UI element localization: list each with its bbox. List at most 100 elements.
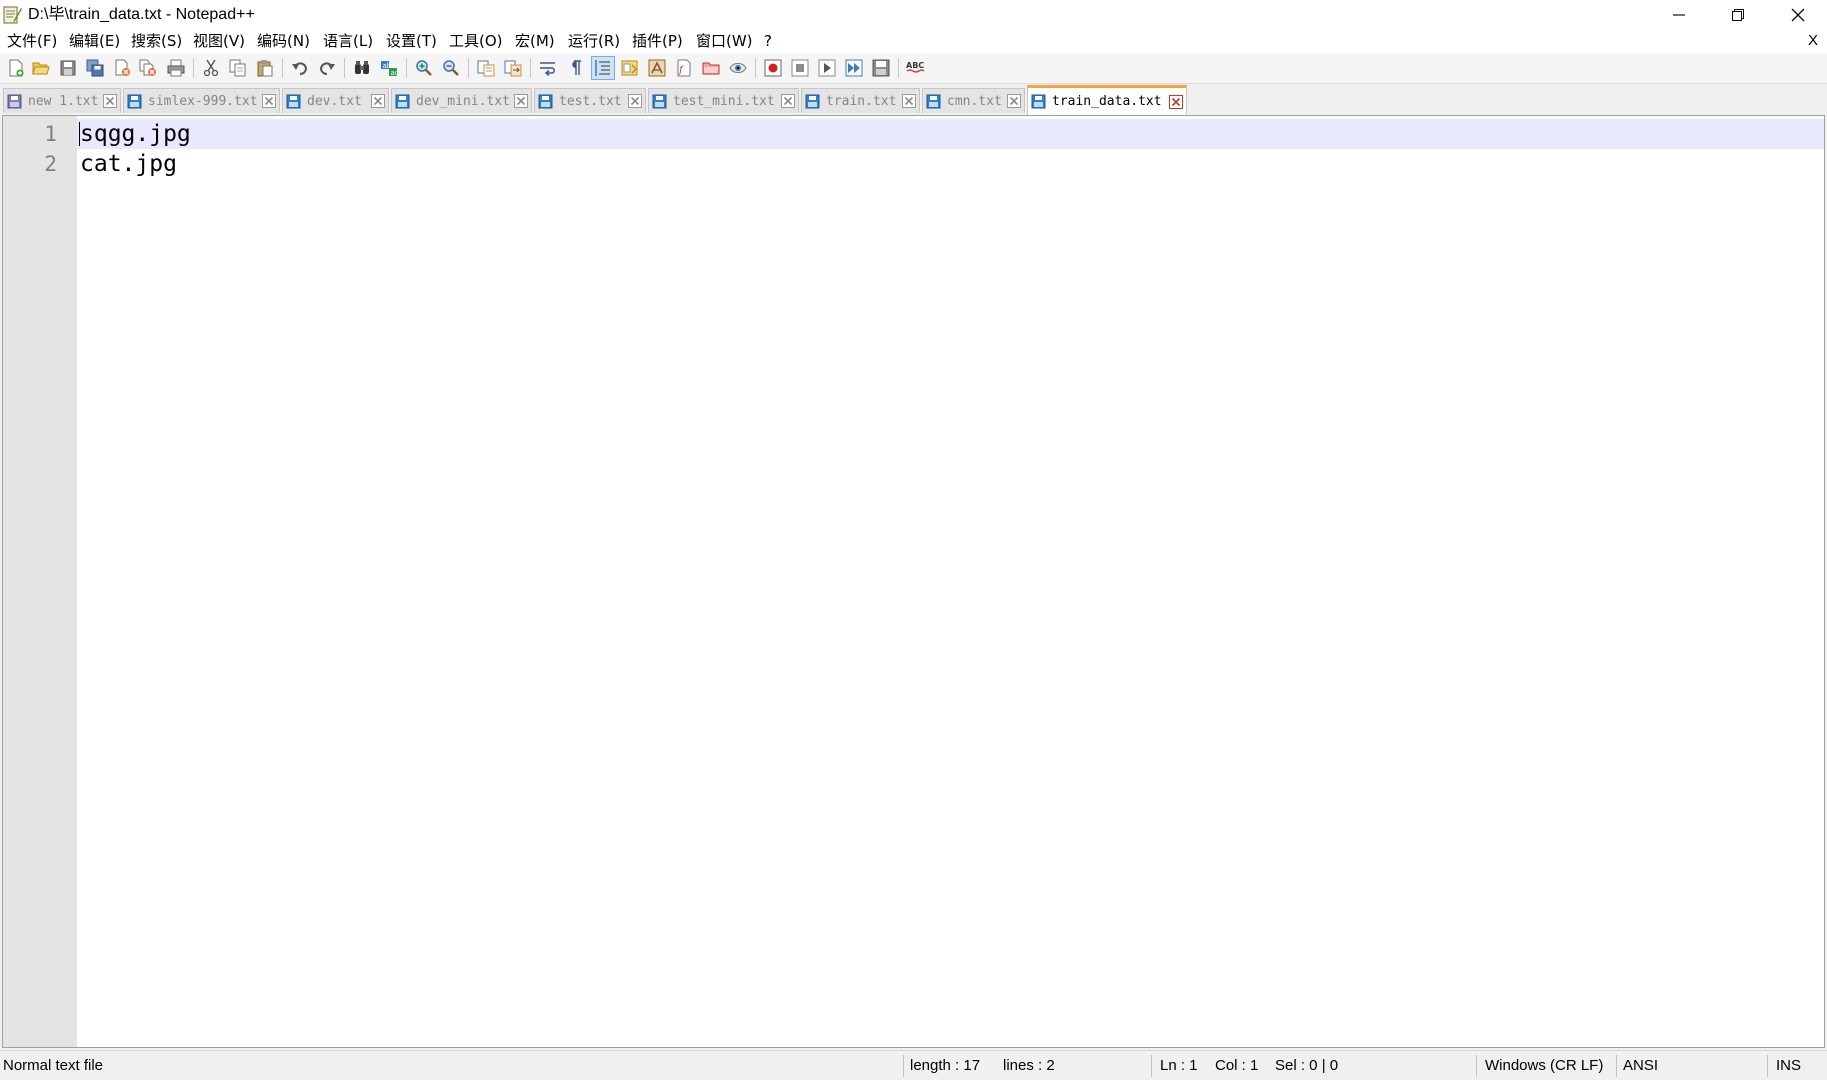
menu-window[interactable]: 窗口(W) xyxy=(696,32,753,50)
record-icon xyxy=(764,59,782,77)
toolbar-separator xyxy=(193,58,194,78)
saved-file-icon xyxy=(652,94,667,108)
word-wrap-button[interactable] xyxy=(536,56,560,80)
tab-close-icon[interactable] xyxy=(371,94,385,108)
tab-close-icon[interactable] xyxy=(628,94,642,108)
menu-run[interactable]: 运行(R) xyxy=(568,32,620,50)
close-window-button[interactable] xyxy=(1769,0,1827,29)
status-column[interactable]: Col : 1 xyxy=(1215,1051,1258,1080)
monitoring-button[interactable] xyxy=(726,56,750,80)
menu-settings[interactable]: 设置(T) xyxy=(386,32,437,50)
close-document-button[interactable]: X xyxy=(1808,32,1818,50)
sync-vertical-scroll-button[interactable] xyxy=(474,56,498,80)
close-file-button[interactable] xyxy=(110,56,134,80)
menu-edit[interactable]: 编辑(E) xyxy=(69,32,120,50)
status-eol[interactable]: Windows (CR LF) xyxy=(1485,1051,1603,1080)
save-macro-button[interactable] xyxy=(869,56,893,80)
tab-test-mini[interactable]: test_mini.txt xyxy=(648,88,799,113)
copy-button[interactable] xyxy=(226,56,250,80)
menu-tools[interactable]: 工具(O) xyxy=(449,32,503,50)
tab-test[interactable]: test.txt xyxy=(534,88,646,113)
tab-close-icon[interactable] xyxy=(1007,94,1021,108)
menu-macro[interactable]: 宏(M) xyxy=(515,32,555,50)
new-file-button[interactable] xyxy=(4,56,28,80)
menu-encoding[interactable]: 编码(N) xyxy=(257,32,310,50)
zoom-out-icon xyxy=(443,60,459,76)
status-encoding[interactable]: ANSI xyxy=(1623,1051,1658,1080)
run-macro-multiple-times-button[interactable] xyxy=(842,56,866,80)
sync-horizontal-scroll-button[interactable] xyxy=(501,56,525,80)
status-separator xyxy=(1151,1055,1152,1077)
tab-close-icon[interactable] xyxy=(1169,94,1183,109)
save-icon xyxy=(60,60,76,76)
saved-file-icon xyxy=(395,94,410,108)
menu-view[interactable]: 视图(V) xyxy=(193,32,245,50)
restore-button[interactable] xyxy=(1709,0,1767,29)
menu-plugins[interactable]: 插件(P) xyxy=(632,32,683,50)
status-insert-mode[interactable]: INS xyxy=(1776,1051,1801,1080)
minimize-button[interactable] xyxy=(1650,0,1708,29)
tab-close-icon[interactable] xyxy=(514,94,528,108)
status-selection[interactable]: Sel : 0 | 0 xyxy=(1275,1051,1338,1080)
tab-train[interactable]: train.txt xyxy=(801,88,920,113)
zoom-in-icon xyxy=(416,60,432,76)
title-bar: D:\毕\train_data.txt - Notepad++ xyxy=(0,0,1827,29)
saved-file-icon xyxy=(926,94,941,108)
redo-button[interactable] xyxy=(315,56,339,80)
show-all-characters-button[interactable] xyxy=(563,56,587,80)
playback-macro-button[interactable] xyxy=(815,56,839,80)
tab-simlex-999[interactable]: simlex-999.txt xyxy=(123,88,280,113)
tab-close-icon[interactable] xyxy=(781,94,795,108)
function-list-button[interactable] xyxy=(645,56,669,80)
code-line[interactable]: sqgg.jpg xyxy=(80,119,191,149)
tab-close-icon[interactable] xyxy=(103,94,117,108)
undo-button[interactable] xyxy=(288,56,312,80)
saved-file-icon xyxy=(538,94,553,108)
function-panel-button[interactable]: f xyxy=(672,56,696,80)
close-all-button[interactable] xyxy=(136,56,160,80)
status-line-number[interactable]: Ln : 1 xyxy=(1160,1051,1198,1080)
tab-dev[interactable]: dev.txt xyxy=(282,88,389,113)
cut-button[interactable] xyxy=(199,56,223,80)
redo-icon xyxy=(319,62,335,75)
tab-close-icon[interactable] xyxy=(262,94,276,108)
folder-as-workspace-button[interactable] xyxy=(699,56,723,80)
tab-dev-mini[interactable]: dev_mini.txt xyxy=(391,88,532,113)
tab-new-1[interactable]: new 1.txt xyxy=(3,88,121,113)
tab-label: cmn.txt xyxy=(947,93,1002,109)
document-map-icon xyxy=(621,60,638,76)
menu-file[interactable]: 文件(F) xyxy=(7,32,57,50)
replace-icon: abac xyxy=(381,61,398,77)
tab-train-data[interactable]: train_data.txt xyxy=(1027,85,1187,115)
stop-recording-button[interactable] xyxy=(788,56,812,80)
save-button[interactable] xyxy=(56,56,80,80)
menu-search[interactable]: 搜索(S) xyxy=(131,32,182,50)
tab-cmn[interactable]: cmn.txt xyxy=(922,88,1025,113)
indent-guide-button[interactable] xyxy=(591,56,615,80)
menu-bar: 文件(F) 编辑(E) 搜索(S) 视图(V) 编码(N) 语言(L) 设置(T… xyxy=(0,29,1827,53)
code-line[interactable]: cat.jpg xyxy=(80,149,177,179)
record-macro-button[interactable] xyxy=(761,56,785,80)
tab-label: dev.txt xyxy=(307,93,362,109)
find-button[interactable] xyxy=(350,56,374,80)
toolbar-separator xyxy=(530,58,531,78)
save-all-button[interactable] xyxy=(83,56,107,80)
tab-label: new 1.txt xyxy=(28,93,99,109)
replace-button[interactable]: ab ac xyxy=(377,56,401,80)
spell-check-button[interactable]: ABC xyxy=(903,56,927,80)
print-button[interactable] xyxy=(164,56,188,80)
editor[interactable]: 1 2 sqgg.jpg cat.jpg xyxy=(2,115,1825,1048)
word-wrap-icon xyxy=(540,62,555,77)
zoom-out-button[interactable] xyxy=(439,56,463,80)
menu-help[interactable]: ? xyxy=(764,32,772,50)
zoom-in-button[interactable] xyxy=(412,56,436,80)
text-area[interactable]: sqgg.jpg cat.jpg xyxy=(77,116,1824,1047)
paste-icon xyxy=(257,60,273,77)
sync-vertical-icon xyxy=(477,60,495,77)
menu-language[interactable]: 语言(L) xyxy=(323,32,373,50)
document-map-button[interactable] xyxy=(618,56,642,80)
open-file-button[interactable] xyxy=(29,56,53,80)
tab-close-icon[interactable] xyxy=(902,94,916,108)
new-file-icon xyxy=(9,59,24,77)
paste-button[interactable] xyxy=(253,56,277,80)
